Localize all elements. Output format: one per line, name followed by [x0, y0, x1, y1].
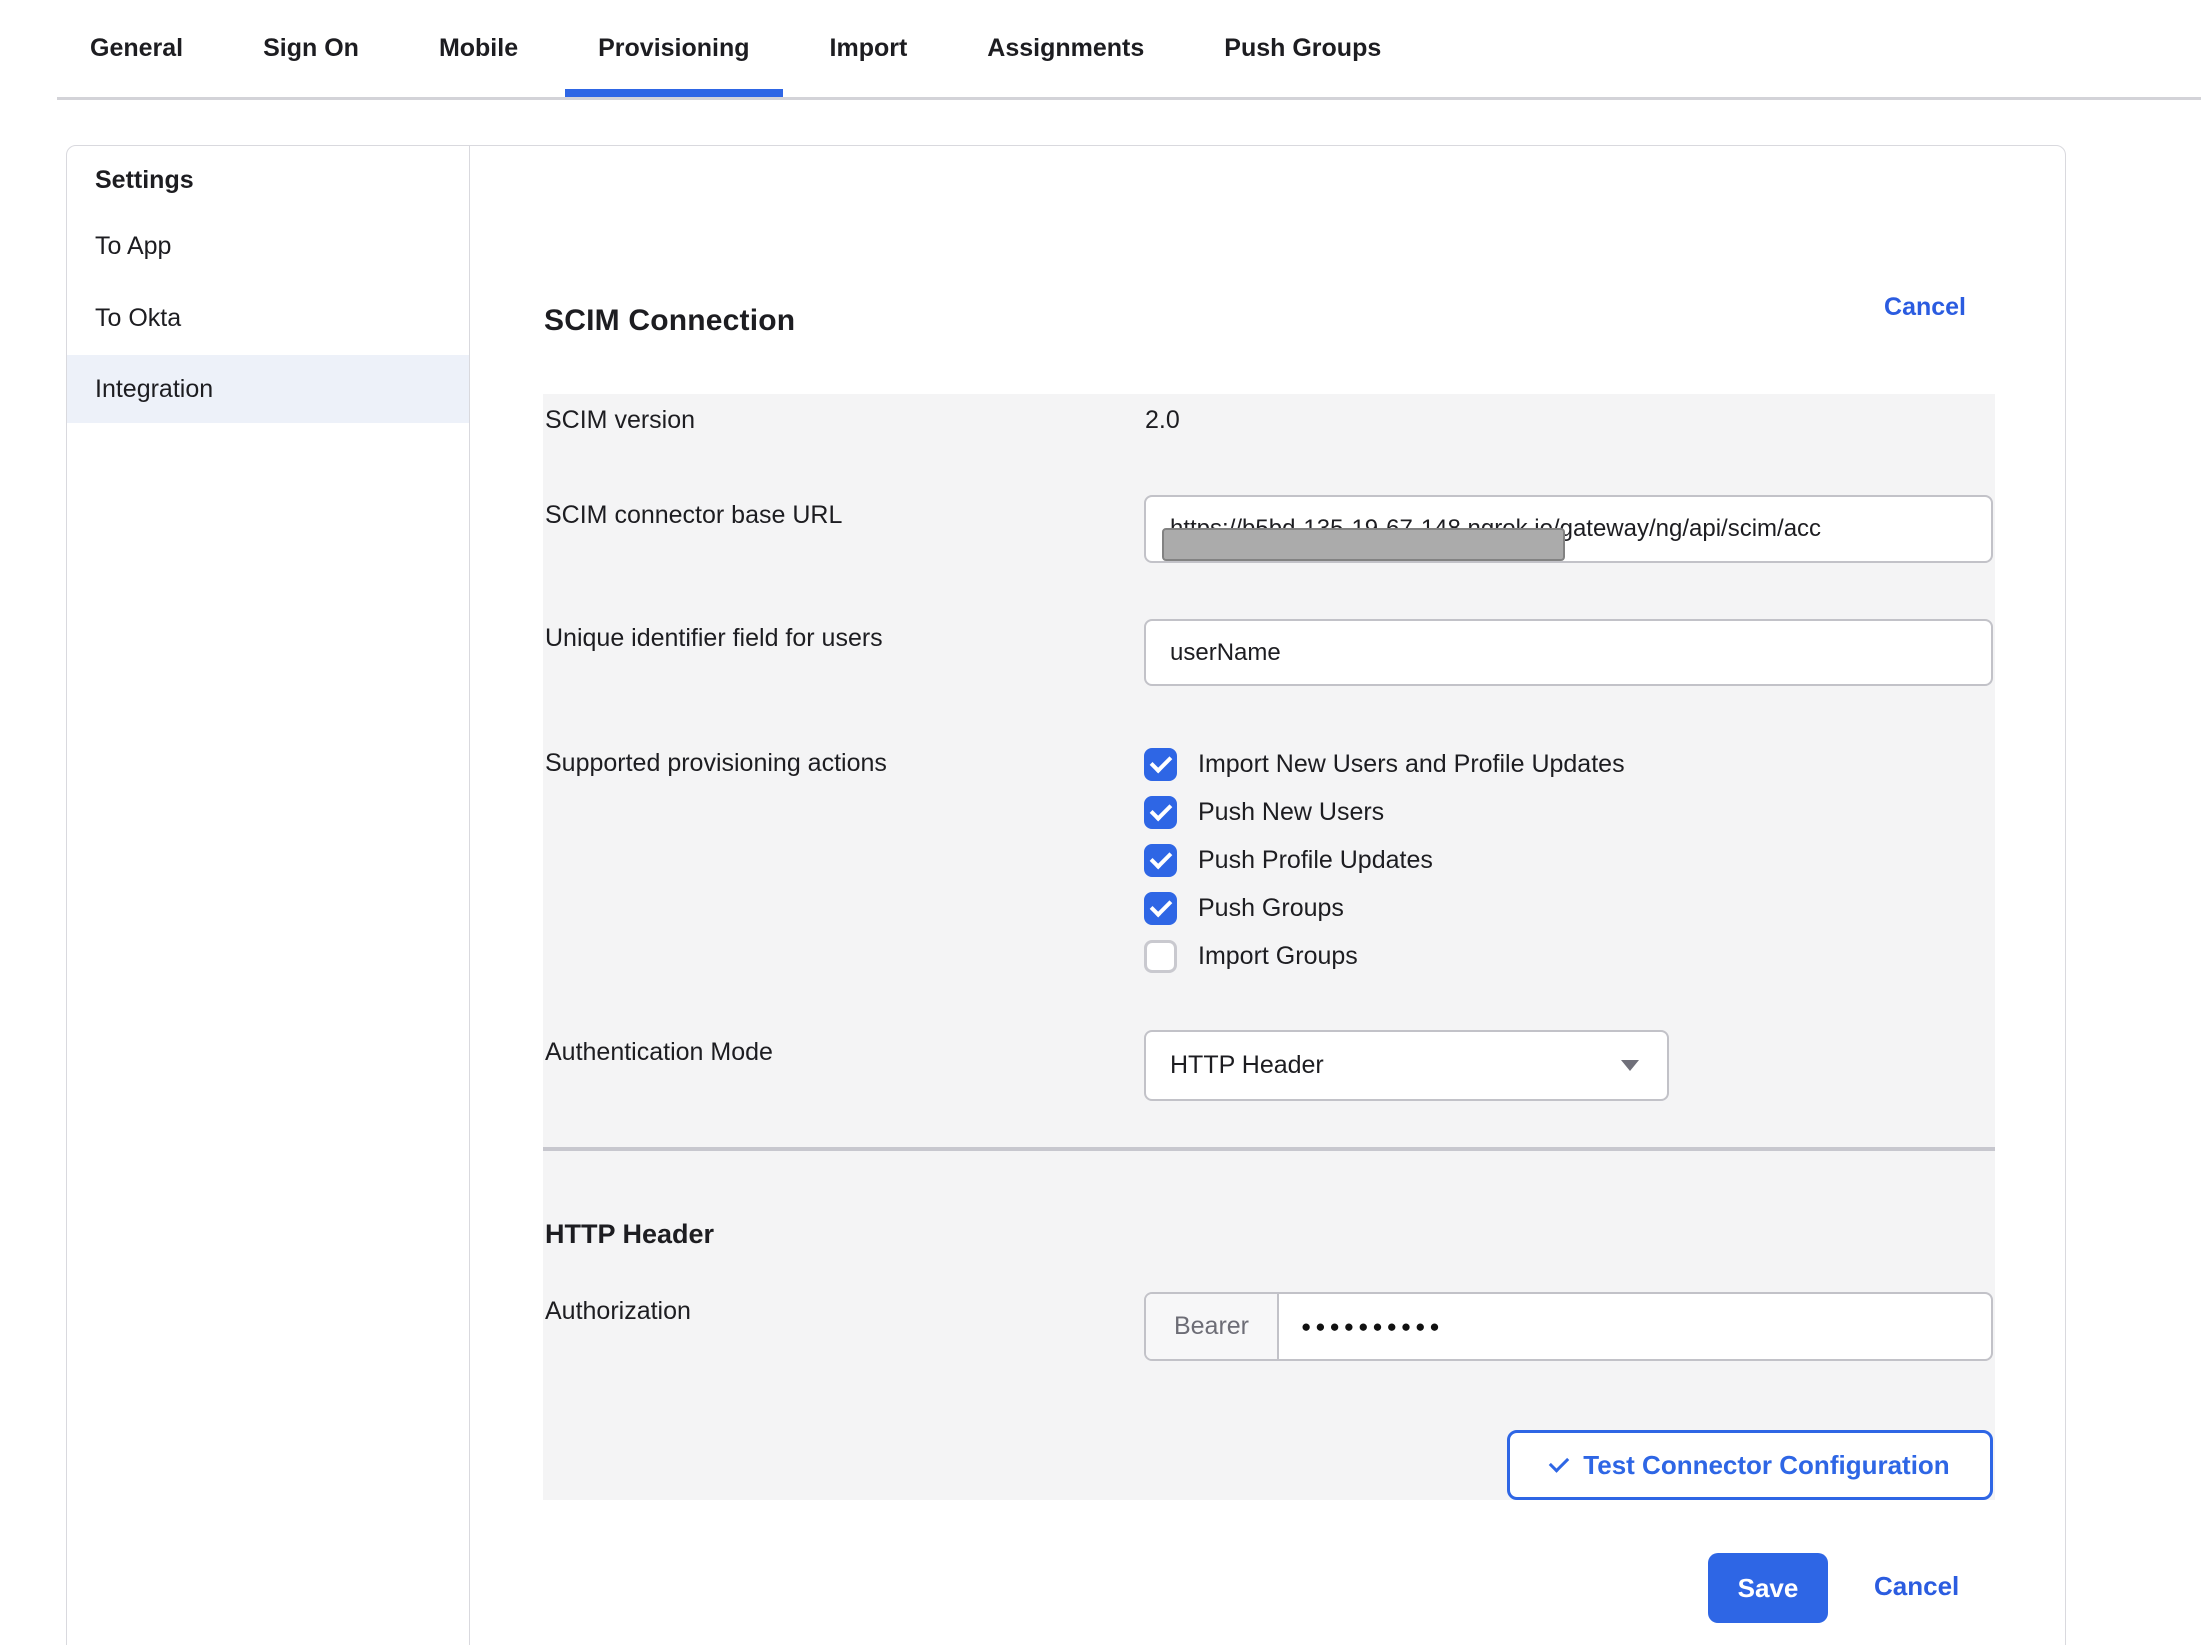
checkbox-label: Push Groups — [1198, 894, 1344, 923]
check-icon — [1149, 846, 1172, 869]
authorization-input-group: Bearer ●●●●●●●●●● — [1144, 1292, 1993, 1361]
unique-identifier-input[interactable]: userName — [1144, 619, 1993, 686]
redaction-bar — [1162, 528, 1565, 561]
checkbox-label: Push New Users — [1198, 798, 1384, 827]
tab-general[interactable]: General — [57, 0, 216, 97]
scim-connection-form: SCIM version 2.0 SCIM connector base URL… — [543, 394, 1995, 1500]
test-connector-label: Test Connector Configuration — [1583, 1450, 1949, 1481]
section-divider — [543, 1147, 1995, 1151]
checkbox-push-new-users[interactable]: Push New Users — [1144, 795, 1384, 829]
sidebar-item-to-app[interactable]: To App — [67, 212, 469, 280]
sidebar-item-to-okta[interactable]: To Okta — [67, 284, 469, 352]
save-button[interactable]: Save — [1708, 1553, 1828, 1623]
checkbox-label: Import Groups — [1198, 942, 1358, 971]
tab-import[interactable]: Import — [797, 0, 941, 97]
bearer-prefix: Bearer — [1146, 1294, 1279, 1359]
scim-connection-panel: SCIM Connection Cancel SCIM version 2.0 … — [471, 146, 2065, 1645]
checkbox-icon — [1144, 940, 1177, 973]
app-tab-bar: General Sign On Mobile Provisioning Impo… — [57, 0, 2201, 100]
auth-mode-label: Authentication Mode — [545, 1038, 773, 1067]
sidebar-header: Settings — [95, 166, 194, 195]
tab-assignments[interactable]: Assignments — [954, 0, 1177, 97]
provisioning-actions-label: Supported provisioning actions — [545, 749, 887, 778]
sidebar-item-integration[interactable]: Integration — [67, 355, 469, 423]
check-icon — [1149, 894, 1172, 917]
auth-mode-selected-value: HTTP Header — [1170, 1051, 1324, 1080]
authorization-token-input[interactable]: ●●●●●●●●●● — [1279, 1294, 1991, 1359]
checkbox-label: Import New Users and Profile Updates — [1198, 750, 1625, 779]
checkbox-push-groups[interactable]: Push Groups — [1144, 891, 1344, 925]
auth-mode-select[interactable]: HTTP Header — [1144, 1030, 1669, 1101]
redacted-url-segment: https://b5bd-135-19-67-148.ngrok.io — [1170, 515, 1553, 543]
tab-provisioning[interactable]: Provisioning — [565, 0, 782, 97]
checkbox-import-new-users[interactable]: Import New Users and Profile Updates — [1144, 747, 1625, 781]
check-icon — [1149, 750, 1172, 773]
checkbox-icon — [1144, 892, 1177, 925]
chevron-down-icon — [1621, 1060, 1639, 1071]
tab-mobile[interactable]: Mobile — [406, 0, 551, 97]
check-icon — [1149, 798, 1172, 821]
checkbox-push-profile-updates[interactable]: Push Profile Updates — [1144, 843, 1433, 877]
provisioning-card: Settings To App To Okta Integration SCIM… — [66, 145, 2066, 1645]
http-header-section-title: HTTP Header — [545, 1219, 714, 1250]
unique-identifier-label: Unique identifier field for users — [545, 624, 883, 653]
checkbox-icon — [1144, 748, 1177, 781]
tab-push-groups[interactable]: Push Groups — [1191, 0, 1414, 97]
scim-version-value: 2.0 — [1145, 406, 1180, 435]
checkbox-icon — [1144, 796, 1177, 829]
scim-version-label: SCIM version — [545, 406, 695, 435]
cancel-link-top[interactable]: Cancel — [1884, 293, 1966, 322]
url-visible-suffix: /gateway/ng/api/scim/acc — [1553, 515, 1821, 543]
test-connector-configuration-button[interactable]: Test Connector Configuration — [1507, 1430, 1993, 1500]
base-url-label: SCIM connector base URL — [545, 501, 842, 530]
authorization-label: Authorization — [545, 1297, 691, 1326]
cancel-link-bottom[interactable]: Cancel — [1874, 1571, 1959, 1602]
checkbox-import-groups[interactable]: Import Groups — [1144, 939, 1358, 973]
check-icon — [1549, 1452, 1570, 1473]
page-title: SCIM Connection — [544, 304, 795, 338]
settings-sidebar: Settings To App To Okta Integration — [67, 146, 470, 1645]
checkbox-label: Push Profile Updates — [1198, 846, 1433, 875]
checkbox-icon — [1144, 844, 1177, 877]
tab-sign-on[interactable]: Sign On — [230, 0, 392, 97]
base-url-input[interactable]: https://b5bd-135-19-67-148.ngrok.io /gat… — [1144, 495, 1993, 563]
provisioning-settings-page: General Sign On Mobile Provisioning Impo… — [0, 0, 2201, 1645]
